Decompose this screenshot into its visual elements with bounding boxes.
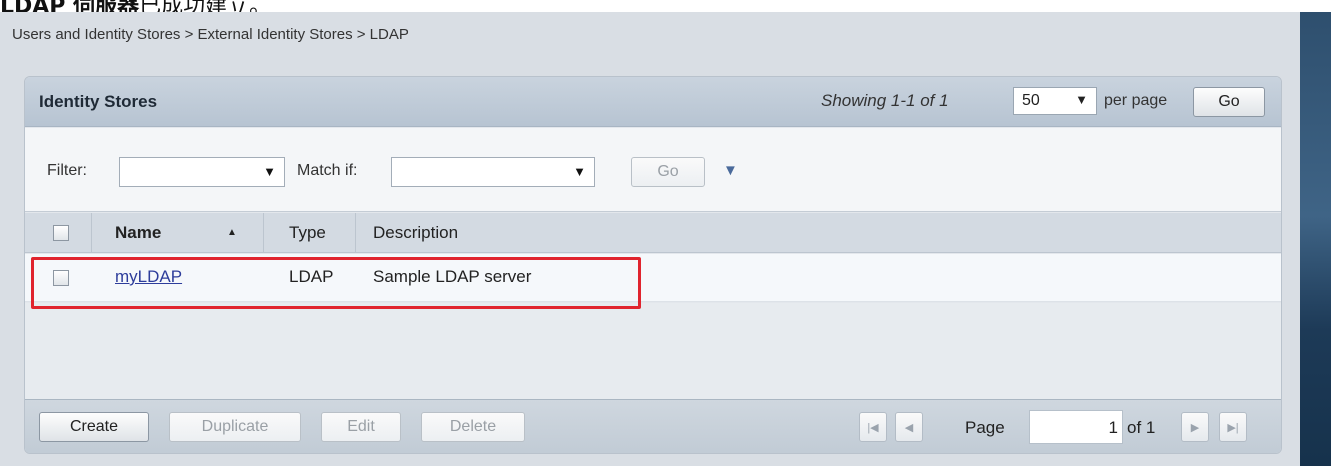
per-page-select[interactable]: 50 ▼ [1013,87,1097,115]
panel-header: Identity Stores Showing 1-1 of 1 50 ▼ pe… [25,77,1281,127]
next-page-icon[interactable]: ▶ [1181,412,1209,442]
create-button[interactable]: Create [39,412,149,442]
previous-page-icon[interactable]: ◀ [895,412,923,442]
app-window: Users and Identity Stores > External Ide… [0,12,1300,466]
row-type: LDAP [289,267,334,286]
table-row[interactable]: myLDAP LDAP Sample LDAP server [25,254,1281,302]
first-page-icon[interactable]: |◀ [859,412,887,442]
match-if-label: Match if: [297,162,358,179]
showing-count: Showing 1-1 of 1 [821,91,949,110]
last-page-icon[interactable]: ▶| [1219,412,1247,442]
chevron-down-icon: ▼ [573,164,586,179]
filter-label: Filter: [47,162,87,179]
delete-button[interactable]: Delete [421,412,525,442]
per-page-go-button[interactable]: Go [1193,87,1265,117]
column-header-name[interactable]: Name [115,223,161,243]
column-separator [91,213,92,253]
page-number-input[interactable]: 1 [1029,410,1123,444]
edit-button[interactable]: Edit [321,412,401,442]
row-name-link[interactable]: myLDAP [115,267,182,287]
row-checkbox[interactable] [53,270,69,286]
chevron-down-icon: ▼ [263,164,276,179]
row-description: Sample LDAP server [373,267,532,286]
select-all-checkbox[interactable] [53,225,69,241]
page-total-label: of 1 [1127,418,1156,437]
identity-stores-panel: Identity Stores Showing 1-1 of 1 50 ▼ pe… [24,76,1282,454]
filter-bar: Filter: ▼ Match if: ▼ Go ▼ [25,128,1281,212]
duplicate-button[interactable]: Duplicate [169,412,301,442]
right-sidebar-strip [1300,12,1331,466]
filter-go-button[interactable]: Go [631,157,705,187]
table-header: Name ▲ Type Description [25,213,1281,253]
per-page-value: 50 [1022,92,1040,109]
per-page-label: per page [1104,92,1168,109]
column-header-type[interactable]: Type [289,223,326,243]
caption: LDAP 伺服器已成功建立。 [0,0,271,19]
action-footer: Create Duplicate Edit Delete |◀ ◀ Page 1… [25,399,1281,453]
column-header-description[interactable]: Description [373,223,458,243]
breadcrumb: Users and Identity Stores > External Ide… [12,26,409,43]
match-if-select[interactable]: ▼ [391,157,595,187]
column-separator [263,213,264,253]
panel-title: Identity Stores [39,92,158,111]
expand-filter-icon[interactable]: ▼ [723,162,738,179]
page-label: Page [965,418,1005,437]
table-empty-area [25,303,1281,399]
filter-select[interactable]: ▼ [119,157,285,187]
sort-ascending-icon[interactable]: ▲ [227,227,237,238]
chevron-down-icon: ▼ [1075,92,1088,107]
column-separator [355,213,356,253]
